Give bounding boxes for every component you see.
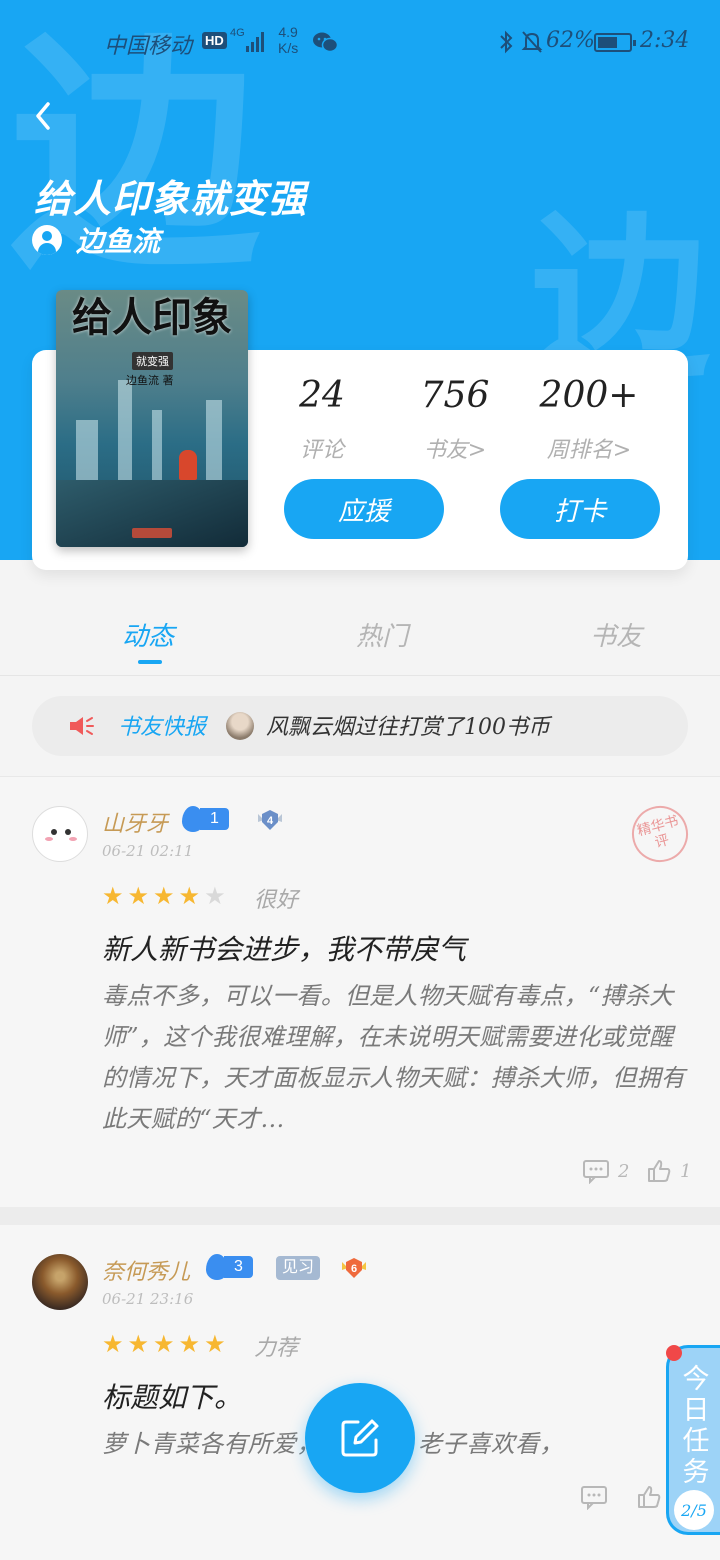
flame-icon	[182, 806, 204, 832]
like-button[interactable]: 1	[646, 1158, 691, 1184]
star-icon: ★	[178, 1330, 201, 1358]
star-icon: ★	[102, 882, 124, 910]
support-button[interactable]: 应援	[284, 479, 444, 539]
star-icon: ★	[102, 1330, 124, 1358]
post-title[interactable]: 新人新书会进步，我不带戾气	[102, 928, 466, 968]
carrier: 中国移动	[104, 34, 193, 59]
role-badge: 见习	[276, 1256, 321, 1280]
stat-readers[interactable]: 756 书友>	[390, 378, 520, 464]
comment-icon	[583, 1160, 609, 1184]
chevron-left-icon	[36, 102, 50, 130]
rating-stars: ★ ★ ★ ★ ★	[102, 1330, 230, 1358]
status-bar: 中国移动 HD 4G 4.9 K/s 62% 2:34	[0, 0, 720, 84]
star-icon: ★	[178, 882, 201, 910]
cover-subtitle: 就变强	[132, 352, 173, 370]
signal-icon	[246, 30, 268, 52]
username[interactable]: 山牙牙	[102, 806, 168, 838]
post-title[interactable]: 标题如下。	[102, 1376, 242, 1416]
rating-text: 很好	[254, 888, 299, 913]
tab-readers[interactable]: 书友	[590, 616, 642, 653]
svg-text:6: 6	[351, 1263, 357, 1275]
stat-comments: 24 评论	[299, 375, 345, 464]
daily-task-progress: 2/5	[674, 1490, 714, 1530]
news-ticker[interactable]: 书友快报 风飘云烟过往打赏了100书币	[32, 696, 688, 756]
edit-icon	[341, 1419, 379, 1457]
svg-text:4: 4	[267, 815, 274, 827]
medal-icon: 4	[258, 810, 282, 830]
thumbs-up-icon	[638, 1486, 661, 1508]
medal-icon: 6	[342, 1258, 366, 1278]
news-label: 书友快报	[118, 715, 207, 740]
network-speed: 4.9 K/s	[278, 24, 299, 56]
level-badge: 3	[206, 1254, 253, 1280]
like-button[interactable]	[636, 1484, 670, 1510]
clock: 2:34	[640, 28, 690, 53]
flame-icon	[206, 1254, 228, 1280]
daily-task-label: 今日任务	[682, 1364, 710, 1488]
avatar	[226, 712, 254, 740]
bluetooth-icon	[500, 30, 513, 54]
tab-hot[interactable]: 热门	[356, 616, 408, 653]
book-cover[interactable]: 给人印象 就变强 边鱼流 著	[56, 290, 248, 547]
stat-weekly-rank[interactable]: 200+ 周排名>	[524, 378, 654, 464]
rating-stars: ★ ★ ★ ★ ★	[102, 882, 230, 910]
network-type: 4G	[230, 27, 245, 39]
daily-task-tab[interactable]: 今日任务 2/5	[666, 1345, 720, 1535]
post-time: 06-21 23:16	[102, 1290, 194, 1308]
wechat-icon	[313, 32, 338, 53]
avatar[interactable]	[32, 1254, 88, 1310]
cover-title: 给人印象	[72, 294, 232, 341]
post-time: 06-21 02:11	[102, 842, 194, 860]
comment-button[interactable]: 2	[582, 1158, 629, 1184]
tab-bar: 动态 热门 书友	[0, 600, 720, 676]
notification-dot	[666, 1345, 682, 1361]
active-tab-indicator	[138, 660, 162, 664]
star-icon: ★	[127, 882, 150, 910]
cover-author: 边鱼流 著	[126, 374, 174, 387]
news-text: 风飘云烟过往打赏了100书币	[266, 715, 550, 740]
back-button[interactable]	[30, 98, 70, 138]
write-review-button[interactable]	[305, 1383, 415, 1493]
thumbs-up-icon	[648, 1160, 671, 1182]
user-icon	[32, 225, 62, 255]
comment-button[interactable]	[580, 1484, 616, 1510]
hd-badge: HD	[202, 32, 227, 49]
star-icon: ★	[204, 882, 226, 910]
checkin-button[interactable]: 打卡	[500, 479, 660, 539]
star-icon: ★	[127, 1330, 150, 1358]
author-link[interactable]: 边鱼流	[32, 220, 160, 260]
battery-percent: 62%	[546, 28, 595, 53]
star-icon: ★	[204, 1330, 226, 1358]
tab-dynamics[interactable]: 动态	[122, 616, 174, 653]
username[interactable]: 奈何秀儿	[102, 1254, 190, 1286]
author-name: 边鱼流	[76, 225, 161, 258]
star-icon: ★	[153, 882, 175, 910]
avatar[interactable]	[32, 806, 88, 862]
rating-text: 力荐	[254, 1336, 299, 1361]
speaker-icon	[70, 717, 94, 735]
mute-icon	[521, 31, 543, 53]
book-title: 给人印象就变强	[34, 176, 308, 221]
level-badge: 1	[182, 806, 229, 832]
battery-icon	[594, 33, 636, 52]
comment-icon	[581, 1486, 607, 1510]
post-body[interactable]: 毒点不多，可以一看。但是人物天赋有毒点，“搏杀大师”，这个我很难理解，在未说明天…	[102, 976, 694, 1140]
star-icon: ★	[153, 1330, 175, 1358]
